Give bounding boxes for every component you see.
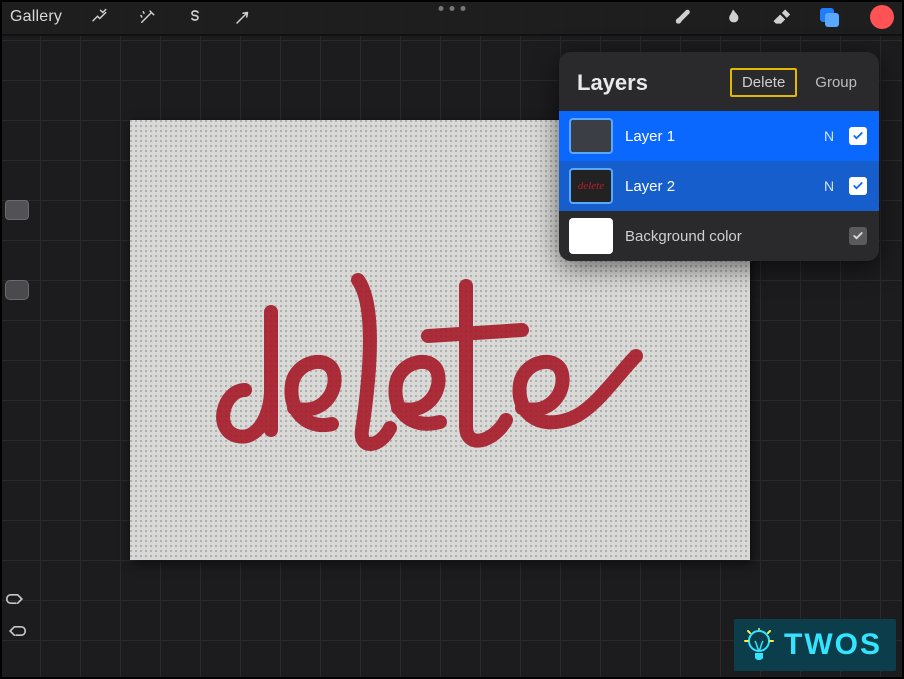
opacity-slider[interactable] [5,280,29,300]
layers-title: Layers [577,70,720,96]
blend-mode-label[interactable]: N [821,178,837,194]
undo-icon[interactable] [6,591,26,607]
painted-word [190,240,710,470]
magic-wand-icon[interactable] [136,6,158,28]
layer-name-label: Background color [625,228,809,245]
transform-arrow-icon[interactable] [232,6,254,28]
layer-name-label: Layer 2 [625,178,809,195]
redo-icon[interactable] [6,623,26,639]
watermark-text: TWOS [784,628,882,662]
visibility-checkbox[interactable] [849,127,867,145]
layer-row[interactable]: Layer 1 N [559,111,879,161]
group-button[interactable]: Group [807,70,865,95]
lightbulb-icon [744,627,774,663]
layers-icon[interactable] [818,6,840,28]
layer-thumbnail: delete [569,168,613,204]
adjustments-wrench-icon[interactable] [88,6,110,28]
brush-size-slider[interactable] [5,200,29,220]
gallery-button[interactable]: Gallery [10,8,62,26]
layer-row[interactable]: delete Layer 2 N [559,161,879,211]
color-swatch[interactable] [870,5,894,29]
selection-s-icon[interactable] [184,6,206,28]
multitask-dots-icon[interactable] [439,6,466,11]
visibility-checkbox[interactable] [849,227,867,245]
blend-mode-label[interactable]: N [821,128,837,144]
left-sidebar [2,200,32,300]
eraser-icon[interactable] [770,6,792,28]
visibility-checkbox[interactable] [849,177,867,195]
layer-row-background[interactable]: Background color [559,211,879,261]
layer-name-label: Layer 1 [625,128,809,145]
layers-panel: Layers Delete Group Layer 1 N delete Lay… [559,52,879,261]
layer-thumbnail [569,118,613,154]
smudge-icon[interactable] [722,6,744,28]
layer-thumbnail [569,218,613,254]
brush-icon[interactable] [674,6,696,28]
delete-button[interactable]: Delete [730,68,797,97]
watermark-badge: TWOS [734,619,896,671]
